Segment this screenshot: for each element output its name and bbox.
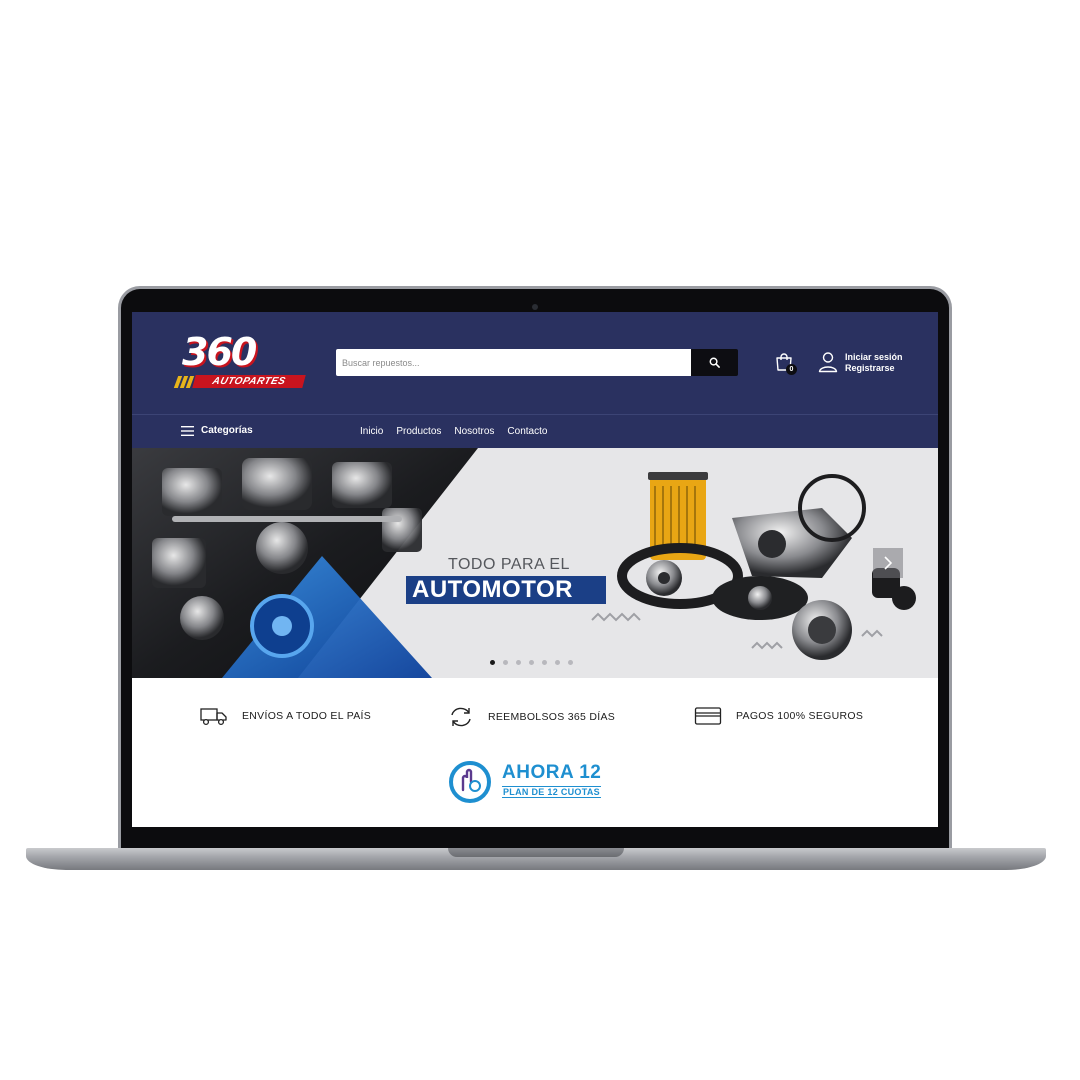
hero-title: AUTOMOTOR [406,576,606,604]
slider-dots [490,660,573,665]
hamburger-icon [181,425,194,436]
hero-slider: TODO PARA EL AUTOMOTOR [132,448,938,678]
logo-text: AUTOPARTES [192,375,306,388]
nav-link-contacto[interactable]: Contacto [507,426,547,437]
ahora12-title: AHORA 12 [502,762,602,783]
search-icon [709,357,720,368]
site-logo[interactable]: 360 AUTOPARTES [173,330,316,390]
feature-label: PAGOS 100% SEGUROS [736,710,864,722]
chevron-right-icon [884,556,893,570]
search-button[interactable] [691,349,738,376]
browser-screen: 360 AUTOPARTES 0 [132,312,938,827]
ahora12-subtitle: PLAN DE 12 CUOTAS [502,786,601,798]
search-bar [336,349,738,376]
camera-icon [532,304,538,310]
slider-dot[interactable] [490,660,495,665]
categories-menu[interactable]: Categorías [181,425,253,436]
truck-icon [200,708,227,726]
site-header: 360 AUTOPARTES 0 [132,312,938,414]
refresh-icon [451,707,471,727]
ahora12-logo-icon [449,761,491,803]
cart-button[interactable]: 0 [774,352,798,376]
nav-links: Inicio Productos Nosotros Contacto [360,426,547,437]
main-nav: Categorías Inicio Productos Nosotros Con… [132,414,938,448]
feature-label: REEMBOLSOS 365 DÍAS [488,711,616,723]
slider-dot[interactable] [555,660,560,665]
slider-dot[interactable] [503,660,508,665]
laptop-notch [448,848,624,857]
categories-label: Categorías [201,425,253,436]
feature-payments: PAGOS 100% SEGUROS [694,706,863,726]
slider-dot[interactable] [516,660,521,665]
hero-subtitle: TODO PARA EL [448,556,570,573]
feature-label: ENVÍOS A TODO EL PAÍS [242,710,372,722]
nav-link-productos[interactable]: Productos [396,426,441,437]
credit-card-icon [694,707,722,725]
login-link[interactable]: Iniciar sesión [845,352,903,362]
hero-next-button[interactable] [873,548,903,578]
ahora12-badge: AHORA 12 PLAN DE 12 CUOTAS [448,760,628,804]
feature-refunds: REEMBOLSOS 365 DÍAS [448,706,615,728]
logo-number: 360 [182,330,257,374]
search-input[interactable] [336,349,692,376]
slider-dot[interactable] [529,660,534,665]
nav-link-inicio[interactable]: Inicio [360,426,383,437]
slider-dot[interactable] [568,660,573,665]
nav-link-nosotros[interactable]: Nosotros [454,426,494,437]
slider-dot[interactable] [542,660,547,665]
account-menu: Iniciar sesión Registrarse [818,350,928,376]
register-link[interactable]: Registrarse [845,363,895,373]
feature-shipping: ENVÍOS A TODO EL PAÍS [200,706,371,726]
cart-count-badge: 0 [786,364,797,375]
features-strip: ENVÍOS A TODO EL PAÍS REEMBOLSOS 365 DÍA… [132,678,938,760]
user-icon [818,352,838,373]
